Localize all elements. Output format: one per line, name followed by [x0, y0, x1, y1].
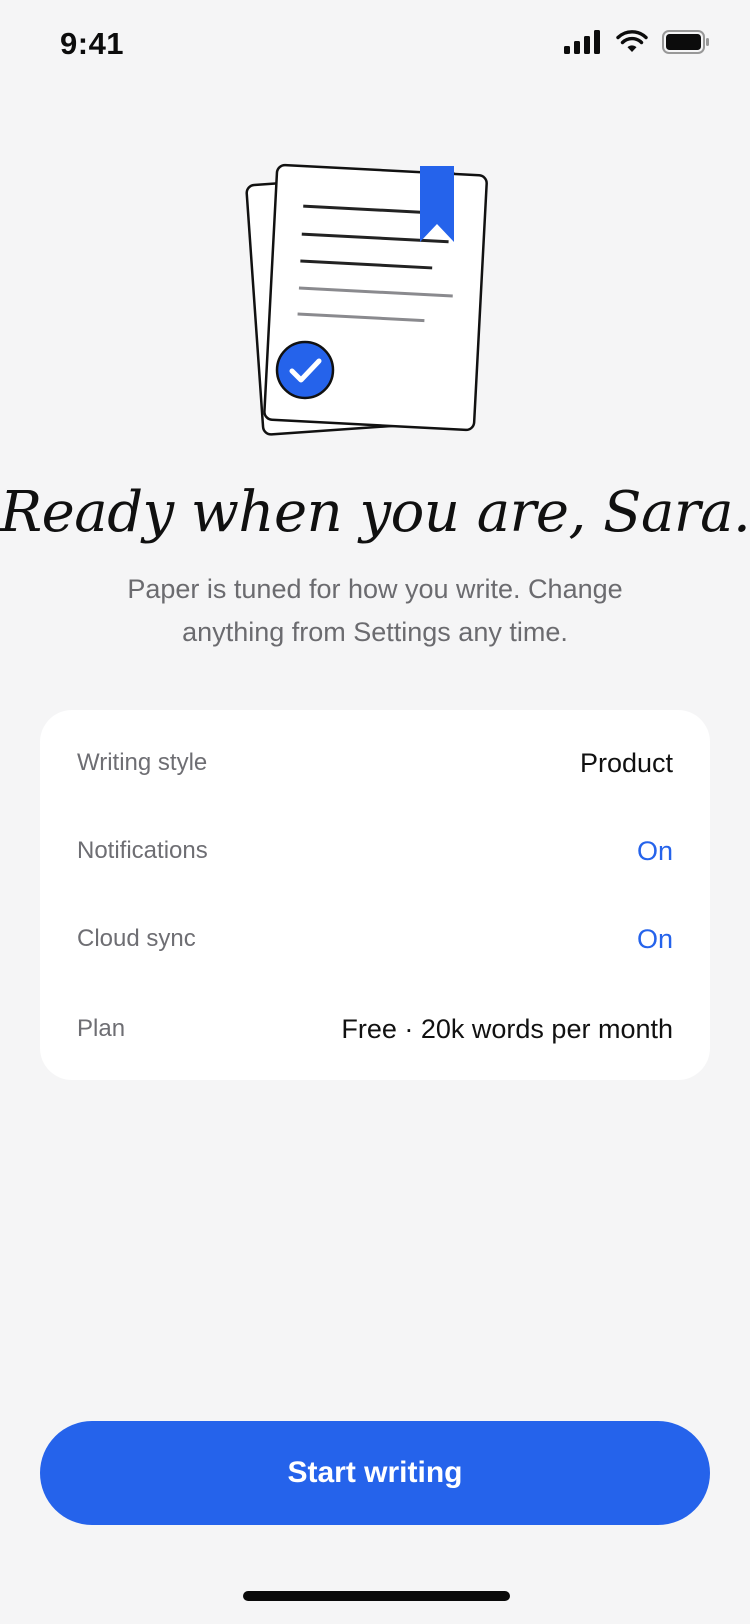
- cellular-signal-icon: [564, 30, 600, 54]
- setting-value: On: [636, 835, 673, 866]
- setting-row-writing-style: Writing style Product: [77, 743, 673, 783]
- setting-label: Cloud sync: [77, 925, 196, 952]
- settings-summary-card: Writing style Product Notifications On C…: [40, 710, 710, 1080]
- document-stack-icon: [240, 158, 510, 458]
- page-title: Ready when you are, Sara.: [0, 480, 750, 545]
- status-time: 9:41: [60, 26, 125, 61]
- battery-icon: [662, 30, 709, 54]
- wifi-icon: [616, 30, 648, 52]
- setting-value: Free · 20k words per month: [341, 1013, 673, 1044]
- setting-label: Notifications: [77, 837, 208, 864]
- status-bar: 9:41: [0, 0, 750, 92]
- setting-label: Plan: [77, 1015, 126, 1042]
- setting-row-plan: Plan Free · 20k words per month: [77, 1009, 673, 1049]
- checkmark-circle-icon: [275, 340, 335, 400]
- setting-row-notifications: Notifications On: [77, 831, 673, 871]
- onboarding-screen: 9:41 Ready when you are, Sara. Paper is …: [0, 0, 750, 1624]
- setting-value: On: [636, 923, 673, 954]
- setting-row-cloud-sync: Cloud sync On: [77, 919, 673, 959]
- setting-label: Writing style: [77, 749, 208, 776]
- home-indicator[interactable]: [243, 1591, 510, 1601]
- start-writing-button[interactable]: Start writing: [40, 1421, 710, 1525]
- page-subtitle: Paper is tuned for how you write. Change…: [127, 574, 623, 647]
- setting-value: Product: [579, 747, 673, 778]
- status-icons: [564, 30, 710, 54]
